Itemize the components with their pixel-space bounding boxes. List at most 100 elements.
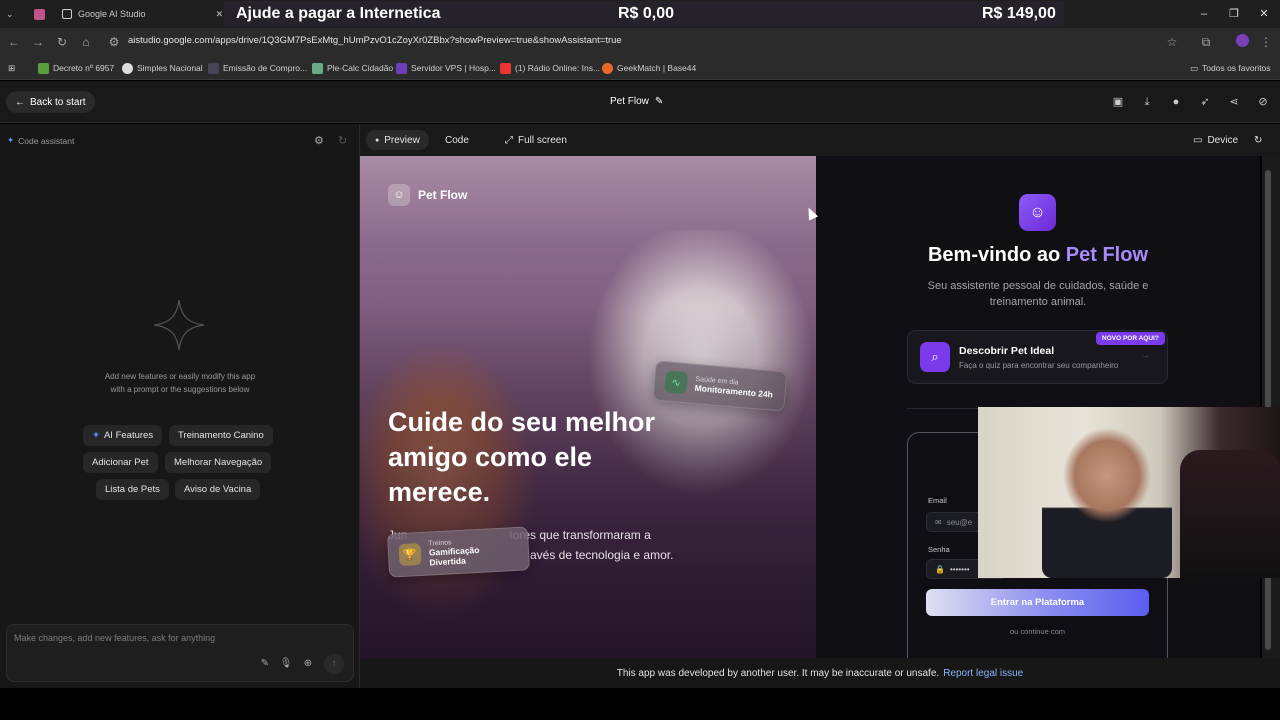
bookmark-ple-calc[interactable]: Ple-Calc Cidadão	[312, 60, 393, 76]
bookmark-servidor-vps[interactable]: Servidor VPS | Hosp...	[396, 60, 496, 76]
settings-gear-icon[interactable]: ⚙	[314, 134, 324, 147]
chip-melhorar-navegacao[interactable]: Melhorar Navegação	[165, 452, 272, 473]
ai-studio-icon	[62, 9, 72, 19]
bookmark-icon	[602, 62, 613, 74]
hero-sub-end: tores que transformaram a	[509, 528, 651, 542]
bookmark-icon	[38, 62, 49, 74]
bookmark-radio[interactable]: (1) Rádio Online: Ins...	[500, 60, 600, 76]
github-icon[interactable]: ●	[1169, 95, 1183, 109]
sparkle-icon: ✦	[92, 430, 100, 441]
banner-amount-goal: R$ 149,00	[982, 4, 1056, 22]
apps-grid-icon[interactable]: ⊞	[8, 60, 15, 76]
close-tab-icon[interactable]: ✕	[216, 9, 224, 20]
save-icon[interactable]: ▣	[1111, 95, 1125, 109]
search-icon: ⌕	[920, 342, 950, 372]
all-bookmarks-folder[interactable]: ▭ Todos os favoritos	[1190, 60, 1271, 76]
app-title-text: Pet Flow	[610, 96, 649, 107]
chip-adicionar-pet[interactable]: Adicionar Pet	[83, 452, 158, 473]
email-label: Email	[928, 496, 947, 505]
password-label: Senha	[928, 545, 950, 554]
chip-ai-features[interactable]: ✦ AI Features	[83, 425, 163, 446]
back-to-start-button[interactable]: ← Back to start	[6, 91, 95, 113]
tab-preview[interactable]: ● Preview	[366, 130, 429, 150]
brand-text: Pet Flow	[418, 188, 468, 202]
welcome-subtitle: Seu assistente pessoal de cuidados, saúd…	[927, 280, 1149, 308]
bookmark-label: (1) Rádio Online: Ins...	[515, 63, 601, 73]
password-value: •••••••	[949, 564, 970, 574]
paw-logo-icon: ☺	[388, 184, 410, 206]
bookmark-label: Emissão de Compro...	[223, 63, 308, 73]
fullscreen-button[interactable]: ⤢ Full screen	[496, 130, 576, 150]
bookmark-label: Decreto nº 6957	[53, 63, 115, 73]
browser-menu-icon[interactable]: ⋮	[1258, 34, 1274, 50]
report-issue-link[interactable]: Report legal issue	[943, 668, 1023, 679]
bookmark-simples[interactable]: Simples Nacional	[122, 60, 203, 76]
send-button[interactable]: ↑	[324, 654, 344, 674]
minimize-icon[interactable]: –	[1196, 6, 1212, 22]
magic-wand-icon[interactable]: ✎	[258, 657, 272, 671]
add-attachment-icon[interactable]: ⊕	[301, 657, 315, 671]
tab-label: Code	[445, 134, 469, 146]
device-button[interactable]: ▭ Device	[1184, 130, 1247, 150]
restore-icon[interactable]: ❐	[1226, 6, 1242, 22]
chip-label: Adicionar Pet	[92, 457, 149, 468]
chip-aviso-de-vacina[interactable]: Aviso de Vacina	[175, 479, 261, 500]
download-icon[interactable]: ⤓	[1140, 95, 1154, 109]
hide-assistant-icon[interactable]: ⊘	[1256, 95, 1270, 109]
hero-sub-end2: avés de tecnologia e amor.	[530, 548, 674, 562]
bookmark-label: GeekMatch | Base44	[617, 63, 697, 73]
extension-tab-icon[interactable]	[34, 4, 48, 24]
share-icon[interactable]: ⋖	[1227, 95, 1241, 109]
tab-label: Preview	[384, 134, 420, 146]
profile-avatar[interactable]	[1234, 34, 1250, 50]
discover-title: Descobrir Pet Ideal	[959, 345, 1055, 357]
close-window-icon[interactable]: ✕	[1256, 6, 1272, 22]
fullscreen-label: Full screen	[518, 134, 567, 146]
tab-list-button[interactable]: ⌄	[6, 4, 14, 24]
site-info-icon[interactable]: ⚙	[106, 34, 122, 50]
reload-icon[interactable]: ↻	[54, 34, 70, 50]
folder-icon: ▭	[1190, 62, 1199, 73]
tab-title: Google AI Studio	[78, 9, 146, 19]
card-title: Gamificação Divertida	[428, 544, 480, 568]
chip-label: Melhorar Navegação	[174, 457, 263, 468]
microphone-icon[interactable]: 🎙	[279, 657, 293, 671]
or-continue-text: ou continue com	[1009, 627, 1066, 636]
prompt-placeholder: Make changes, add new features, ask for …	[14, 633, 216, 643]
refresh-preview-icon[interactable]: ↻	[1250, 130, 1266, 150]
chip-treinamento-canino[interactable]: Treinamento Canino	[169, 425, 273, 446]
url-field[interactable]: aistudio.google.com/apps/drive/1Q3GM7PsE…	[128, 35, 622, 46]
globe-icon	[122, 62, 133, 74]
device-label: Device	[1207, 134, 1239, 146]
bookmark-star-icon[interactable]: ☆	[1164, 34, 1180, 50]
login-button[interactable]: Entrar na Plataforma	[926, 589, 1149, 616]
tab-code[interactable]: Code	[436, 130, 478, 150]
app-title: Pet Flow ✎	[610, 96, 663, 107]
chip-label: AI Features	[103, 430, 154, 441]
banner-amount-current: R$ 0,00	[618, 4, 675, 22]
chip-lista-de-pets[interactable]: Lista de Pets	[96, 479, 169, 500]
welcome-accent: Pet Flow	[1065, 244, 1149, 266]
bookmark-emissao[interactable]: Emissão de Compro...	[208, 60, 307, 76]
presenter-image	[1042, 420, 1172, 578]
device-icon: ▭	[1193, 134, 1203, 146]
bookmark-geekmatch[interactable]: GeekMatch | Base44	[602, 60, 696, 76]
forward-arrow-icon[interactable]: →	[30, 34, 46, 50]
trophy-icon: 🏆	[398, 542, 422, 567]
bookmark-decreto[interactable]: Decreto nº 6957	[38, 60, 114, 76]
chip-label: Treinamento Canino	[178, 430, 264, 441]
back-arrow-icon[interactable]: ←	[6, 34, 22, 50]
tab-google-ai-studio[interactable]: Google AI Studio ✕	[62, 4, 223, 24]
email-placeholder: seu@e	[946, 517, 973, 527]
deploy-rocket-icon[interactable]: ➶	[1198, 95, 1212, 109]
bookmark-label: Servidor VPS | Hosp...	[411, 63, 496, 73]
training-card: 🏆 Treinos Gamificação Divertida	[386, 526, 531, 578]
edit-pencil-icon[interactable]: ✎	[655, 96, 663, 107]
bookmark-icon	[208, 62, 219, 74]
home-icon[interactable]: ⌂	[78, 34, 94, 50]
extensions-icon[interactable]: ⧉	[1198, 34, 1214, 50]
history-icon[interactable]: ↻	[338, 134, 347, 147]
chip-label: Lista de Pets	[105, 484, 160, 495]
discover-subtitle: Faça o quiz para encontrar seu companhei…	[959, 361, 1119, 370]
arrow-right-icon: →	[1140, 350, 1150, 361]
